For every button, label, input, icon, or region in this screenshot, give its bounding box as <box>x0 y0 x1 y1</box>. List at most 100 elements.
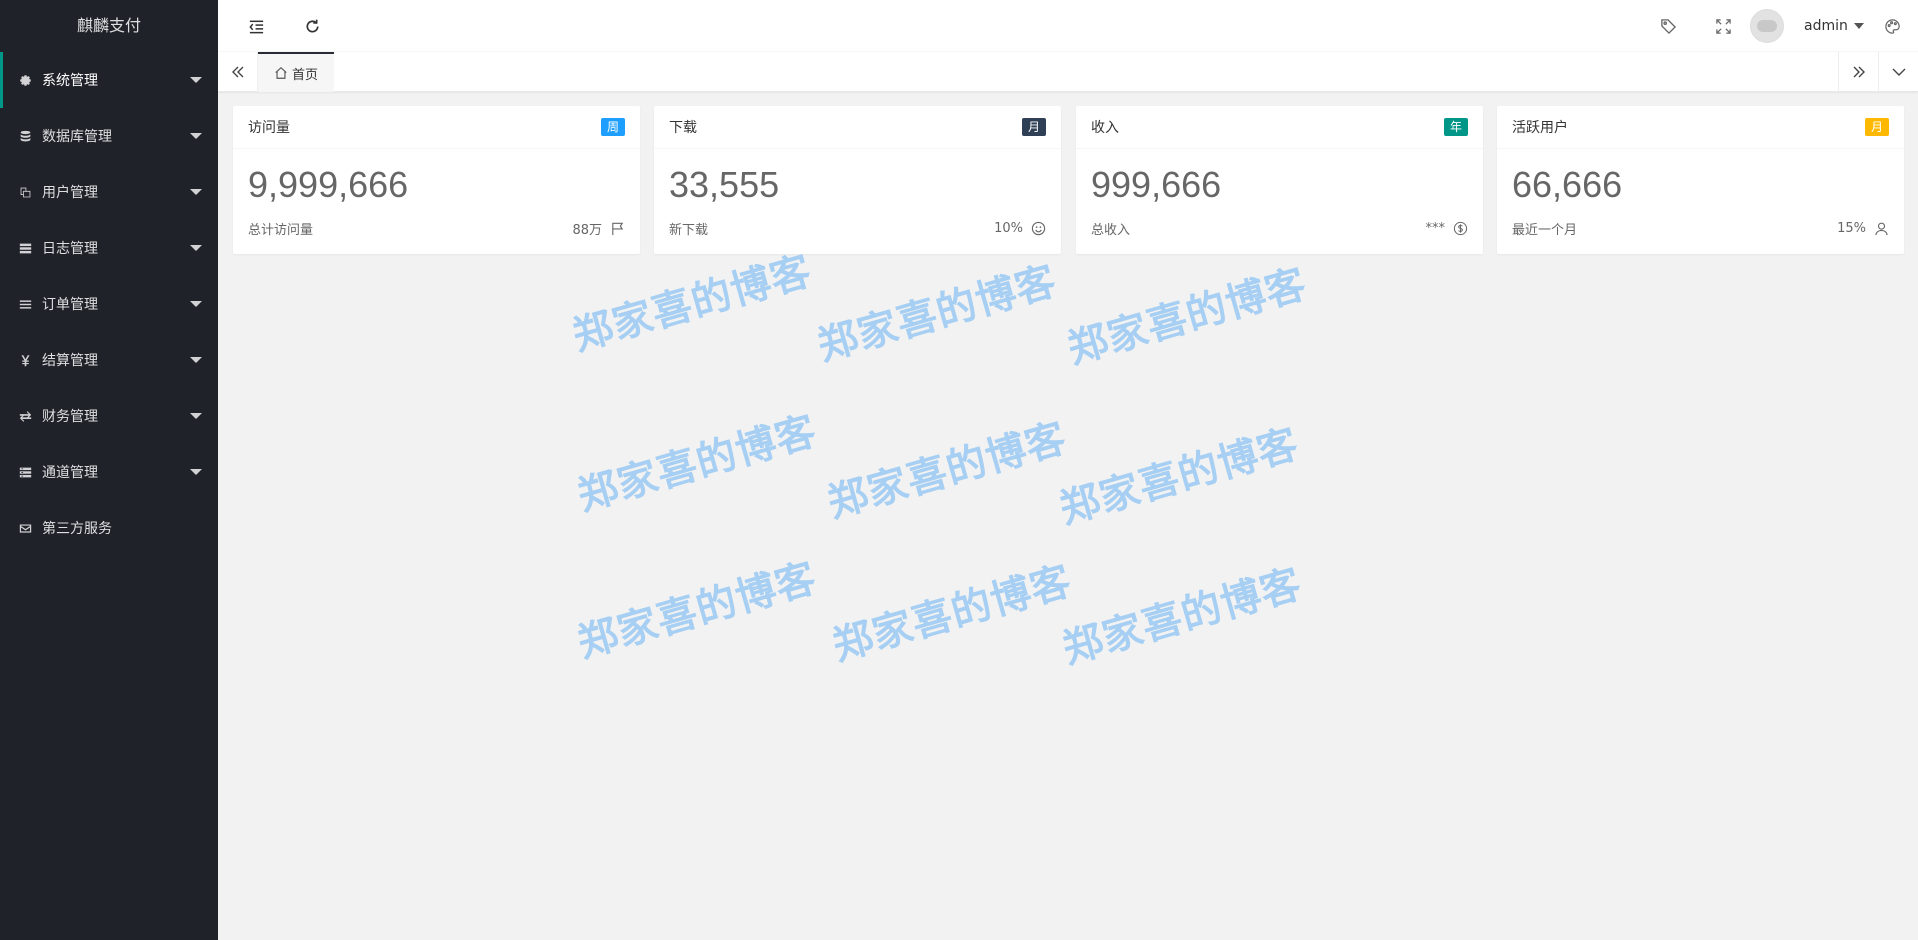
sidebar-item-label: 系统管理 <box>42 73 98 89</box>
sidebar-item-label: 第三方服务 <box>42 521 112 537</box>
caret-down-icon <box>190 357 202 363</box>
watermark-text: 郑家喜的博客 <box>567 247 817 360</box>
fullscreen-button[interactable] <box>1697 0 1749 52</box>
yen-icon <box>18 353 32 367</box>
flag-icon <box>612 222 624 236</box>
caret-down-icon <box>190 133 202 139</box>
server-icon <box>18 241 32 255</box>
caret-down-icon <box>190 301 202 307</box>
tabs-bar: 首页 <box>218 52 1918 92</box>
period-badge: 周 <box>600 118 625 136</box>
stat-card-income: 收入 年 999,666 总收入 *** <box>1076 106 1483 254</box>
gear-icon <box>18 73 32 87</box>
stat-card-downloads: 下载 月 33,555 新下载 10% <box>654 106 1061 254</box>
chevron-down-icon <box>1892 68 1905 76</box>
smile-icon <box>1031 221 1046 236</box>
caret-down-icon <box>190 77 202 83</box>
stat-card-active-users: 活跃用户 月 66,666 最近一个月 15% <box>1497 106 1904 254</box>
stat-value: 33,555 <box>669 164 780 205</box>
username: admin <box>1804 18 1848 34</box>
card-title: 下载 <box>669 120 697 136</box>
card-title: 收入 <box>1091 120 1119 136</box>
watermark-text: 郑家喜的博客 <box>1054 420 1304 533</box>
stat-value: 66,666 <box>1512 164 1623 205</box>
home-icon <box>275 66 287 79</box>
sidebar-item-orders[interactable]: 订单管理 <box>0 276 218 332</box>
period-badge: 月 <box>1864 118 1889 136</box>
top-header: admin <box>218 0 1918 52</box>
stat-value: 999,666 <box>1091 164 1222 205</box>
theme-button[interactable] <box>1866 0 1918 52</box>
watermark-text: 郑家喜的博客 <box>572 554 822 667</box>
database-icon <box>18 129 32 143</box>
card-header: 下载 月 <box>654 106 1061 149</box>
caret-down-icon <box>190 245 202 251</box>
card-title: 访问量 <box>248 120 290 136</box>
sidebar-item-label: 订单管理 <box>42 297 98 313</box>
stat-meta: *** <box>1425 221 1446 236</box>
stat-value: 9,999,666 <box>248 164 409 205</box>
tasks-icon <box>18 465 32 479</box>
card-header: 收入 年 <box>1076 106 1483 149</box>
tag-button[interactable] <box>1642 0 1694 52</box>
caret-down-icon <box>190 189 202 195</box>
sidebar-item-label: 日志管理 <box>42 241 98 257</box>
watermark-text: 郑家喜的博客 <box>822 414 1072 527</box>
user-menu[interactable]: admin <box>1750 0 1864 52</box>
sidebar-item-label: 通道管理 <box>42 465 98 481</box>
sidebar-item-database[interactable]: 数据库管理 <box>0 108 218 164</box>
tag-icon <box>1660 18 1676 34</box>
sidebar-item-system[interactable]: 系统管理 <box>0 52 218 108</box>
list-icon <box>18 297 32 311</box>
stat-meta: 10% <box>994 221 1023 236</box>
card-title: 活跃用户 <box>1512 120 1568 136</box>
sidebar-item-third-party[interactable]: 第三方服务 <box>0 500 218 556</box>
toggle-sidebar-button[interactable] <box>230 0 282 52</box>
users-icon <box>18 185 32 199</box>
sidebar-item-label: 结算管理 <box>42 353 98 369</box>
watermark-text: 郑家喜的博客 <box>827 557 1077 670</box>
avatar-image <box>1757 20 1777 32</box>
indent-icon <box>248 20 263 33</box>
sidebar: 麒麟支付 系统管理 数据库管理 用户管理 日志管理 订单管理 结算管理 财务管理 <box>0 0 218 940</box>
tabs-menu-button[interactable] <box>1878 52 1918 92</box>
tabs-scroll-left-button[interactable] <box>218 52 258 92</box>
stat-caption: 最近一个月 <box>1512 223 1578 238</box>
tab-home-label: 首页 <box>292 67 319 83</box>
period-badge: 年 <box>1443 118 1468 136</box>
watermark-text: 郑家喜的博客 <box>1057 560 1307 673</box>
sidebar-item-label: 数据库管理 <box>42 129 112 145</box>
dollar-icon <box>1453 221 1468 236</box>
watermark-text: 郑家喜的博客 <box>1062 260 1312 373</box>
period-badge: 月 <box>1021 118 1046 136</box>
double-chevron-left-icon <box>231 66 243 78</box>
sidebar-item-channels[interactable]: 通道管理 <box>0 444 218 500</box>
app-logo-title[interactable]: 麒麟支付 <box>0 0 218 52</box>
sidebar-item-settlement[interactable]: 结算管理 <box>0 332 218 388</box>
palette-icon <box>1884 18 1900 34</box>
sidebar-item-users[interactable]: 用户管理 <box>0 164 218 220</box>
refresh-button[interactable] <box>286 0 338 52</box>
stat-meta: 15% <box>1837 221 1866 236</box>
stat-meta: 88万 <box>572 223 602 238</box>
exchange-icon <box>18 409 32 423</box>
caret-down-icon <box>1853 23 1864 29</box>
stat-caption: 新下载 <box>669 223 709 238</box>
sidebar-item-finance[interactable]: 财务管理 <box>0 388 218 444</box>
watermark-text: 郑家喜的博客 <box>572 407 822 520</box>
sidebar-item-logs[interactable]: 日志管理 <box>0 220 218 276</box>
tab-home[interactable]: 首页 <box>258 52 335 92</box>
envelope-icon <box>18 521 32 535</box>
caret-down-icon <box>190 413 202 419</box>
tabs-scroll-right-button[interactable] <box>1838 52 1878 92</box>
stat-card-visits: 访问量 周 9,999,666 总计访问量 88万 <box>233 106 640 254</box>
refresh-icon <box>306 19 319 32</box>
fullscreen-icon <box>1715 18 1731 34</box>
caret-down-icon <box>190 469 202 475</box>
avatar <box>1750 9 1784 43</box>
card-header: 访问量 周 <box>233 106 640 149</box>
sidebar-item-label: 财务管理 <box>42 409 98 425</box>
sidebar-item-label: 用户管理 <box>42 185 98 201</box>
stat-caption: 总收入 <box>1091 223 1131 238</box>
watermark-text: 郑家喜的博客 <box>812 257 1062 370</box>
